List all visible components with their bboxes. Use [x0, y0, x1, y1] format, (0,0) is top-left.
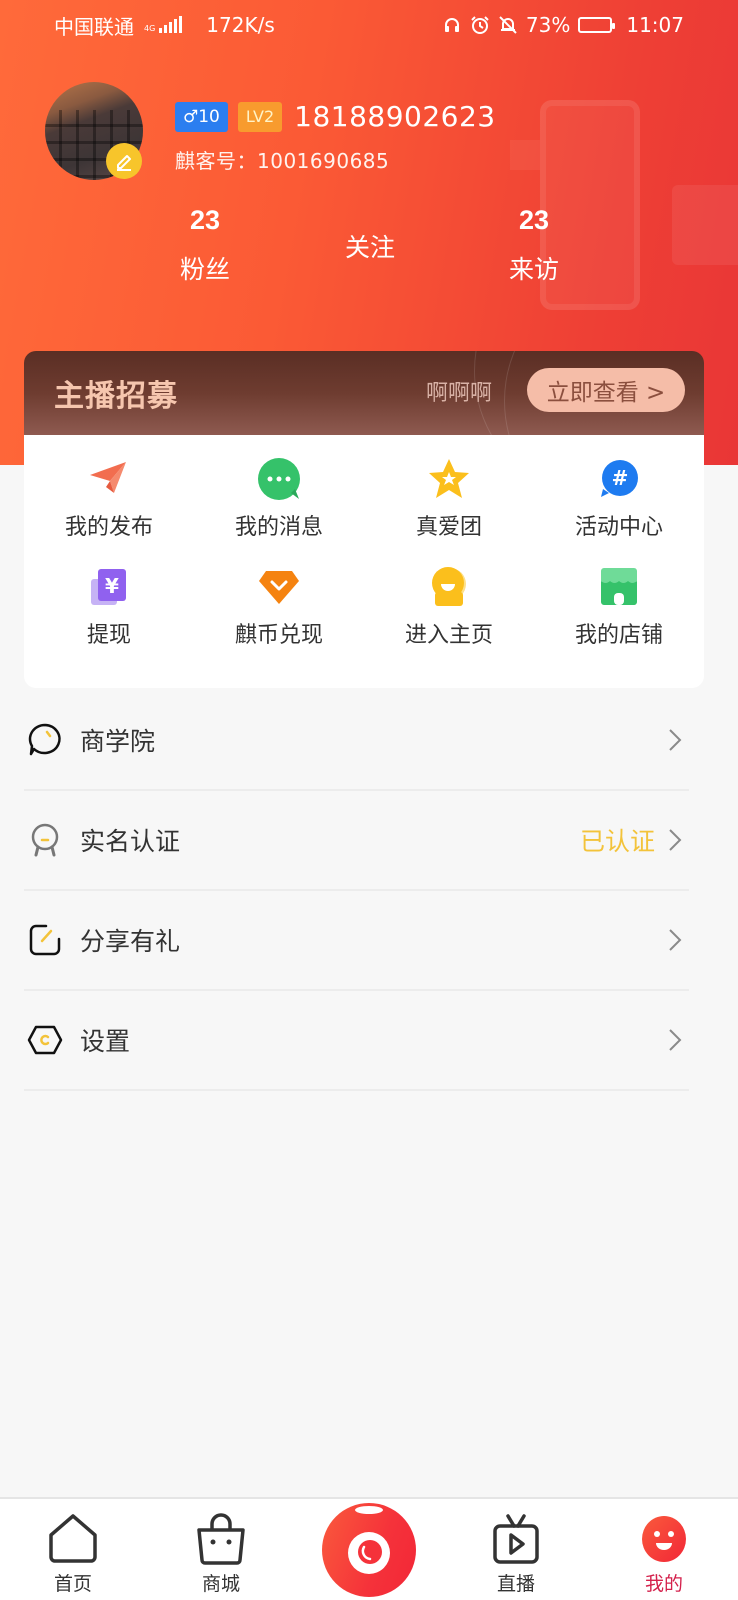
star-icon [427, 457, 471, 501]
grid-item-withdraw[interactable]: ¥ 提现 [24, 565, 194, 649]
chevron-right-icon [665, 727, 685, 753]
tab-mall[interactable]: 商城 [171, 1511, 271, 1596]
carrier-name: 中国联通 [54, 14, 134, 39]
home-avatar-icon [427, 565, 471, 609]
menu-label: 设置 [80, 1027, 131, 1056]
anchor-recruit-banner[interactable]: 主播招募 啊啊啊 立即查看 > [24, 351, 704, 435]
fans-label: 粉丝 [179, 255, 230, 284]
network-speed: 172K/s [206, 13, 275, 37]
tab-me[interactable]: 我的 [614, 1511, 714, 1596]
grid-label: 麒币兑现 [234, 623, 323, 648]
menu-item-real-name-verification[interactable]: 实名认证 已认证 [24, 791, 689, 891]
user-id-value: 1001690685 [257, 149, 390, 173]
grid-item-my-store[interactable]: 我的店铺 [534, 565, 704, 649]
gender-age-badge: ♂10 [175, 101, 228, 132]
menu-label: 分享有礼 [80, 927, 181, 956]
grid-label: 活动中心 [574, 515, 663, 540]
menu-label: 商学院 [80, 727, 156, 756]
tab-label: 首页 [53, 1573, 92, 1595]
grid-label: 进入主页 [404, 623, 493, 648]
tab-label: 商城 [201, 1573, 240, 1595]
user-id-label: 麒客号： [175, 149, 257, 173]
stat-visitors[interactable]: 23 来访 [474, 205, 594, 286]
grid-item-enter-homepage[interactable]: 进入主页 [364, 565, 534, 649]
grid-label: 真爱团 [415, 515, 482, 540]
recruit-subtitle: 啊啊啊 [426, 381, 493, 406]
following-label: 关注 [344, 233, 395, 262]
svg-text:¥: ¥ [105, 574, 119, 598]
network-type: 4G [144, 24, 156, 33]
chat-circle-icon [26, 721, 64, 759]
shopping-bag-icon [171, 1511, 271, 1567]
recruit-title: 主播招募 [54, 379, 178, 414]
clock: 11:07 [626, 13, 684, 37]
live-camera-icon [348, 1506, 390, 1574]
visitors-count: 23 [518, 205, 550, 235]
paper-plane-icon [87, 457, 131, 501]
stat-following[interactable]: 关注 [310, 228, 430, 264]
signal-icon: 4G [144, 16, 183, 33]
grid-label: 我的店铺 [574, 623, 663, 648]
username-phone: 18188902623 [294, 100, 496, 133]
settings-menu: 商学院 实名认证 已认证 分享有礼 设置 [24, 691, 689, 1091]
grid-item-activity-center[interactable]: # 活动中心 [534, 457, 704, 541]
home-icon [23, 1511, 123, 1567]
view-now-button[interactable]: 立即查看 > [527, 368, 685, 412]
svg-text:#: # [612, 466, 629, 490]
grid-label: 我的消息 [234, 515, 323, 540]
feature-grid: 我的发布 我的消息 真爱团 # 活动中心 ¥ 提现 麒币兑现 进入主页 我的店铺 [24, 435, 704, 688]
headphones-icon [442, 15, 462, 35]
level-badge: LV2 [237, 101, 283, 132]
tv-play-icon [466, 1511, 566, 1567]
grid-item-fan-club[interactable]: 真爱团 [364, 457, 534, 541]
chevron-right-icon [665, 827, 685, 853]
alarm-icon [470, 15, 490, 35]
profile-badges: ♂10 LV2 18188902623 [175, 100, 496, 133]
edit-profile-button[interactable] [106, 143, 142, 179]
hashtag-icon: # [597, 457, 641, 501]
verification-status: 已认证 [579, 827, 655, 856]
pencil-icon [117, 155, 131, 171]
tab-label: 我的 [644, 1573, 683, 1595]
menu-item-business-school[interactable]: 商学院 [24, 691, 689, 791]
grid-label: 我的发布 [64, 515, 153, 540]
chevron-right-icon [665, 1027, 685, 1053]
status-bar: 中国联通 4G 172K/s 73% 11:07 [0, 0, 738, 50]
decorative-board-illustration [672, 185, 738, 265]
go-live-button[interactable] [322, 1503, 416, 1597]
bell-muted-icon [498, 15, 518, 35]
tab-home[interactable]: 首页 [23, 1511, 123, 1596]
fans-count: 23 [189, 205, 221, 235]
grid-item-my-messages[interactable]: 我的消息 [194, 457, 364, 541]
battery-percent: 73% [525, 13, 571, 37]
menu-item-share-rewards[interactable]: 分享有礼 [24, 891, 689, 991]
chat-bubble-icon [257, 457, 301, 501]
menu-item-settings[interactable]: 设置 [24, 991, 689, 1091]
smiley-face-icon [614, 1511, 714, 1567]
badge-icon [26, 821, 64, 859]
chevron-right-icon [665, 927, 685, 953]
stat-fans[interactable]: 23 粉丝 [145, 205, 265, 286]
store-icon [597, 565, 641, 609]
tab-live[interactable]: 直播 [466, 1511, 566, 1596]
grid-item-coin-exchange[interactable]: 麒币兑现 [194, 565, 364, 649]
hexagon-gear-icon [26, 1021, 64, 1059]
diamond-icon [257, 565, 301, 609]
grid-label: 提现 [86, 623, 131, 648]
visitors-label: 来访 [508, 255, 559, 284]
tab-label: 直播 [496, 1573, 535, 1595]
decorative-box-illustration [510, 140, 540, 170]
menu-label: 实名认证 [80, 827, 181, 856]
grid-item-my-posts[interactable]: 我的发布 [24, 457, 194, 541]
battery-icon [578, 17, 616, 33]
user-id-line: 麒客号：1001690685 [175, 145, 389, 174]
edit-square-icon [26, 921, 64, 959]
yuan-wallet-icon: ¥ [87, 565, 131, 609]
